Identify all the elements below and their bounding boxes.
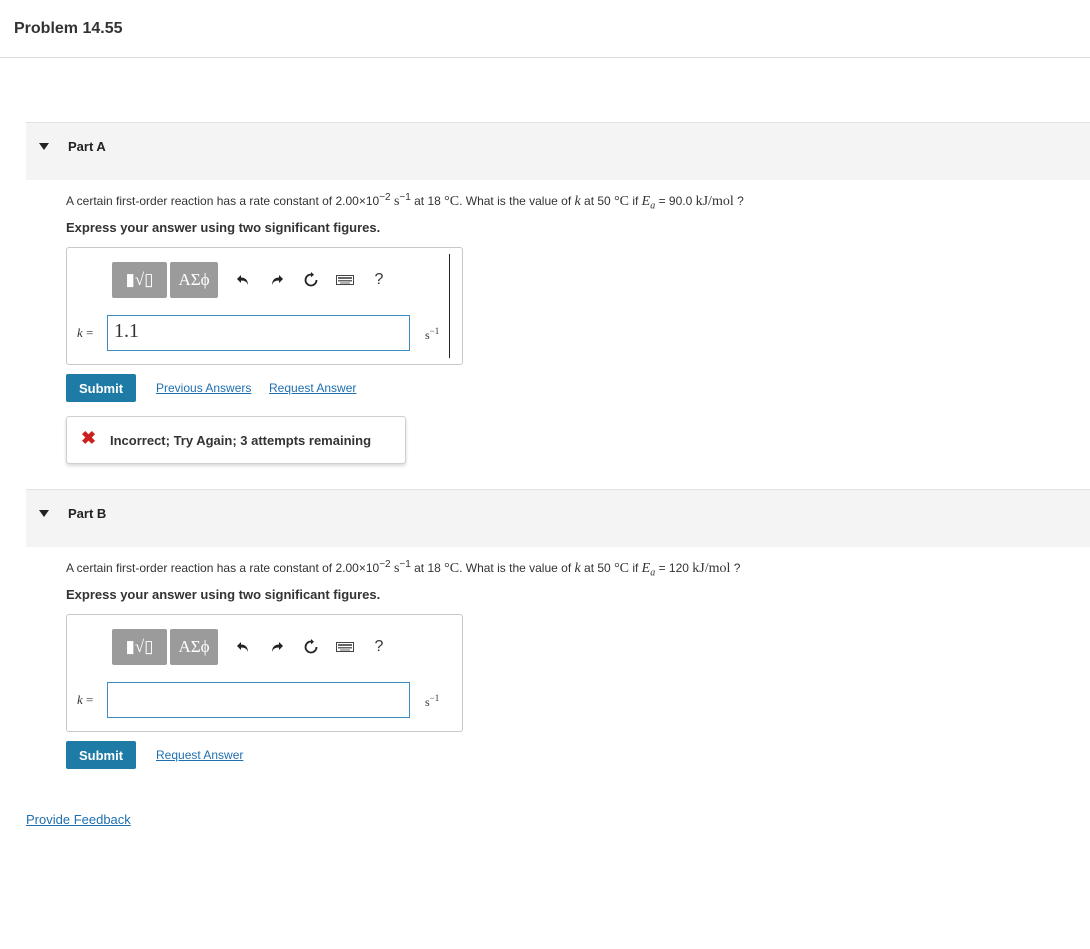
title-divider <box>0 57 1090 58</box>
keyboard-icon[interactable] <box>328 629 362 665</box>
undo-icon[interactable] <box>226 262 260 298</box>
part-a-label: Part A <box>68 139 106 154</box>
part-a-scrollbar <box>449 254 450 358</box>
keyboard-icon[interactable] <box>328 262 362 298</box>
caret-down-icon[interactable] <box>39 143 49 150</box>
help-icon[interactable]: ? <box>362 629 396 665</box>
part-b-unit: s−1 <box>425 693 440 709</box>
part-b-header[interactable]: Part B <box>26 489 1090 547</box>
part-a-math-toolbar: ▮√▯ ΑΣϕ ? <box>112 262 396 298</box>
part-b-answer-input[interactable] <box>107 682 410 718</box>
provide-feedback-link[interactable]: Provide Feedback <box>26 812 131 827</box>
part-a-header[interactable]: Part A <box>26 122 1090 180</box>
part-a-feedback: ✖ Incorrect; Try Again; 3 attempts remai… <box>66 416 406 464</box>
templates-button[interactable]: ▮√▯ <box>112 262 167 298</box>
redo-icon[interactable] <box>260 262 294 298</box>
part-b-k-label: k = <box>77 692 94 707</box>
part-b-request-answer-link[interactable]: Request Answer <box>156 748 243 762</box>
caret-down-icon[interactable] <box>39 510 49 517</box>
part-b-math-toolbar: ▮√▯ ΑΣϕ ? <box>112 629 396 665</box>
greek-symbols-button[interactable]: ΑΣϕ <box>170 262 218 298</box>
incorrect-x-icon: ✖ <box>81 428 97 448</box>
part-b-answer-box: ▮√▯ ΑΣϕ ? k = s−1 <box>66 614 463 732</box>
part-a-feedback-message: Incorrect; Try Again; 3 attempts remaini… <box>110 433 372 448</box>
redo-icon[interactable] <box>260 629 294 665</box>
part-b-submit-button[interactable]: Submit <box>66 741 136 769</box>
part-b-instruction: Express your answer using two significan… <box>66 587 381 602</box>
part-a-unit: s−1 <box>425 326 440 342</box>
part-a-answer-box: ▮√▯ ΑΣϕ ? k = 1.1 s−1 <box>66 247 463 365</box>
part-a-request-answer-link[interactable]: Request Answer <box>269 381 356 395</box>
page-title: Problem 14.55 <box>14 20 123 37</box>
part-b-question: A certain first-order reaction has a rat… <box>66 559 741 579</box>
part-a-k-label: k = <box>77 325 94 340</box>
help-icon[interactable]: ? <box>362 262 396 298</box>
part-b-label: Part B <box>68 506 107 521</box>
part-a-question: A certain first-order reaction has a rat… <box>66 192 744 212</box>
undo-icon[interactable] <box>226 629 260 665</box>
templates-button[interactable]: ▮√▯ <box>112 629 167 665</box>
part-a-previous-answers-link[interactable]: Previous Answers <box>156 381 251 395</box>
part-a-submit-button[interactable]: Submit <box>66 374 136 402</box>
part-a-answer-input[interactable]: 1.1 <box>107 315 410 351</box>
part-a-instruction: Express your answer using two significan… <box>66 220 381 235</box>
reset-icon[interactable] <box>294 262 328 298</box>
reset-icon[interactable] <box>294 629 328 665</box>
greek-symbols-button[interactable]: ΑΣϕ <box>170 629 218 665</box>
